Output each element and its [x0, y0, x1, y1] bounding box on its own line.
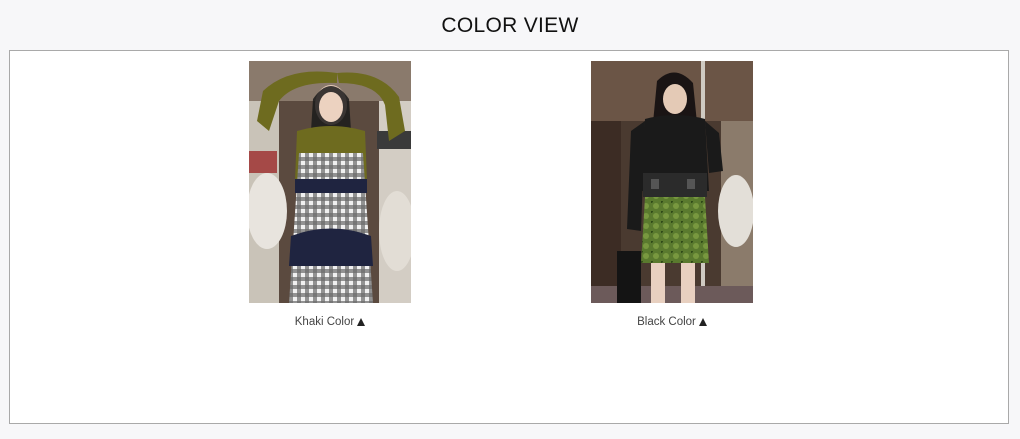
black-caption[interactable]: Black Color — [591, 316, 753, 328]
section-title: COLOR VIEW — [441, 14, 579, 37]
black-model-photo[interactable] — [591, 61, 753, 303]
khaki-caption[interactable]: Khaki Color — [249, 316, 411, 328]
khaki-label: Khaki Color — [294, 316, 355, 328]
variant-khaki[interactable]: Khaki Color — [249, 61, 411, 328]
triangle-up-icon — [698, 318, 707, 326]
triangle-up-icon — [357, 318, 366, 326]
variant-black[interactable]: Black Color — [591, 61, 753, 328]
black-label: Black Color — [637, 316, 696, 328]
color-view-box — [9, 50, 1009, 424]
color-view-page: COLOR VIEW Khaki Color Black Color — [0, 0, 1020, 439]
khaki-model-photo[interactable] — [249, 61, 411, 303]
